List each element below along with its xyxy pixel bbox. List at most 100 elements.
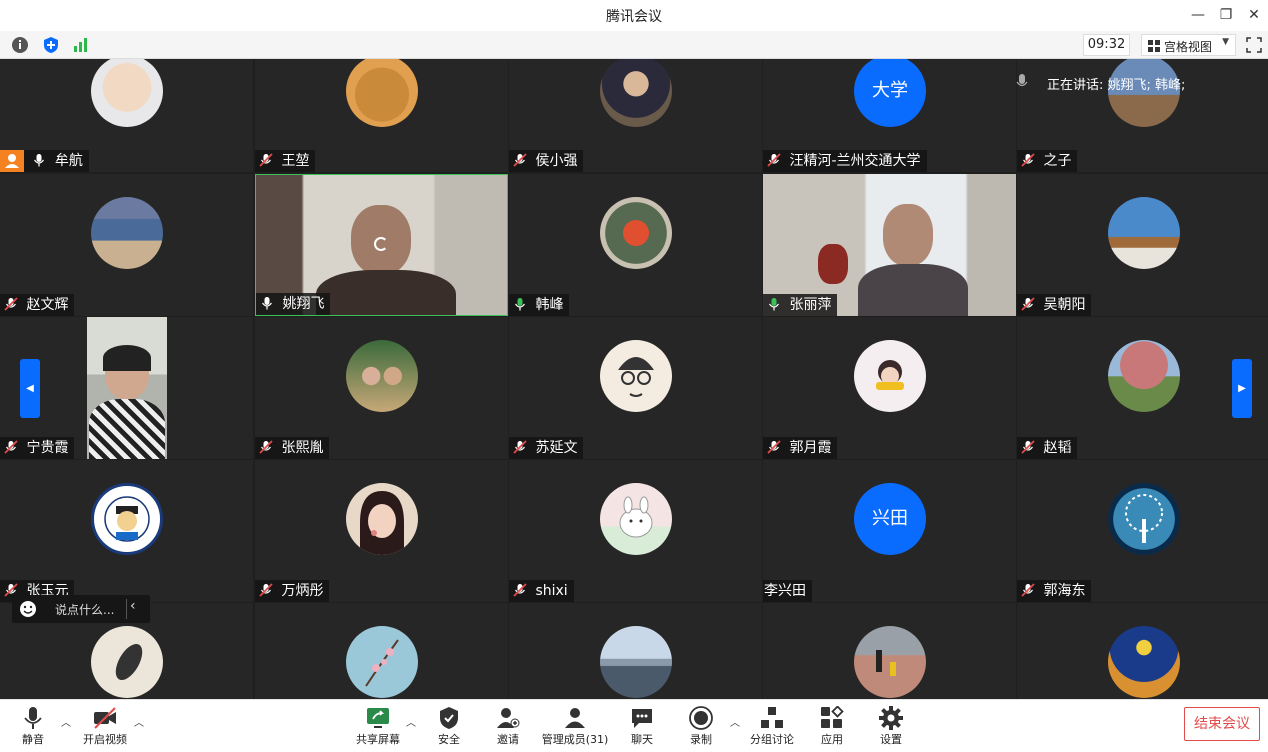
window-title: 腾讯会议 (606, 9, 662, 25)
microphone-icon (24, 707, 42, 729)
microphone-muted-icon (259, 153, 273, 167)
shield-icon[interactable] (42, 36, 60, 54)
participant-tile[interactable]: 姚翔飞 (255, 174, 508, 316)
shield-icon (440, 707, 458, 729)
video-button[interactable]: 开启视频 (75, 706, 135, 747)
participant-name: shixi (535, 583, 568, 599)
avatar (1108, 626, 1180, 698)
grid-icon (1148, 40, 1160, 52)
collapse-chevron-icon[interactable]: ‹ (130, 598, 136, 614)
chat-button[interactable]: 聊天 (612, 706, 672, 747)
loading-icon (374, 237, 388, 251)
avatar (346, 626, 418, 698)
avatar (346, 340, 418, 412)
participant-tile[interactable]: 大学 汪精河-兰州交通大学 (763, 59, 1016, 172)
host-icon (0, 150, 24, 172)
microphone-muted-icon (513, 440, 527, 454)
fullscreen-icon[interactable] (1246, 37, 1262, 53)
name-tag: 李兴田 (763, 580, 812, 602)
participant-tile[interactable]: 张玉元 (0, 460, 253, 602)
participant-name: 侯小强 (535, 153, 578, 169)
apps-button[interactable]: 应用 (802, 706, 862, 747)
microphone-muted-icon (513, 583, 527, 597)
microphone-icon (1016, 74, 1028, 87)
microphone-muted-icon (259, 440, 273, 454)
participant-tile[interactable]: 郭海东 (1017, 460, 1268, 602)
microphone-muted-icon (513, 153, 527, 167)
speaking-label: 正在讲话: 姚翔飞; 韩峰; (1047, 78, 1186, 93)
participant-tile[interactable]: 韩峰 (509, 174, 762, 316)
name-tag: 吴朝阳 (1017, 294, 1092, 316)
participant-tile[interactable]: 侯小强 (509, 59, 762, 172)
participant-tile[interactable] (1017, 603, 1268, 699)
participant-tile[interactable] (763, 603, 1016, 699)
avatar (600, 59, 672, 127)
share-options-chevron-icon[interactable]: ︿ (405, 714, 417, 729)
video-options-chevron-icon[interactable]: ︿ (133, 714, 145, 729)
end-meeting-button[interactable]: 结束会议 (1184, 707, 1260, 741)
participant-tile[interactable] (255, 603, 508, 699)
participant-name: 韩峰 (535, 297, 564, 313)
share-label: 共享屏幕 (356, 733, 400, 746)
microphone-icon (34, 154, 45, 167)
record-options-chevron-icon[interactable]: ︿ (729, 714, 741, 729)
avatar (600, 197, 672, 269)
name-tag: 张丽萍 (763, 294, 838, 316)
participant-tile[interactable]: 赵文辉 (0, 174, 253, 316)
breakout-rooms-icon (761, 707, 783, 728)
participant-tile[interactable] (509, 603, 762, 699)
minimize-button[interactable]: — (1186, 4, 1210, 26)
signal-icon[interactable] (72, 36, 90, 54)
invite-button[interactable]: 邀请 (478, 706, 538, 747)
name-tag: 韩峰 (509, 294, 570, 316)
avatar (854, 626, 926, 698)
chat-quick-input[interactable]: 说点什么... ‹ (12, 595, 150, 623)
info-icon[interactable] (11, 36, 29, 54)
members-label: 管理成员(31) (541, 733, 609, 746)
share-screen-icon (367, 708, 389, 728)
emoji-icon[interactable] (19, 600, 37, 618)
next-page-button[interactable]: ▶ (1232, 359, 1252, 418)
microphone-active-icon (769, 298, 779, 311)
apps-label: 应用 (821, 733, 843, 746)
participant-tile[interactable]: 张熙胤 (255, 317, 508, 459)
microphone-muted-icon (259, 583, 273, 597)
participant-name: 张丽萍 (789, 297, 832, 313)
security-button[interactable]: 安全 (419, 706, 479, 747)
chat-icon (632, 709, 652, 728)
participant-tile[interactable]: shixi (509, 460, 762, 602)
title-bar: 腾讯会议 — ❐ ✕ (0, 0, 1268, 31)
name-tag: 王堃 (255, 150, 316, 172)
participant-tile[interactable]: 王堃 (255, 59, 508, 172)
participant-tile[interactable]: 郭月霞 (763, 317, 1016, 459)
mute-button[interactable]: 静音 (3, 706, 63, 747)
participant-tile[interactable]: 万炳彤 (255, 460, 508, 602)
participant-name: 赵文辉 (26, 297, 69, 313)
name-tag: 赵韬 (1017, 437, 1078, 459)
gear-icon (879, 706, 903, 730)
manage-members-button[interactable]: 管理成员(31) (538, 706, 612, 747)
record-button[interactable]: 录制 (671, 706, 731, 747)
breakout-button[interactable]: 分组讨论 (742, 706, 802, 747)
participant-tile[interactable]: 苏延文 (509, 317, 762, 459)
settings-button[interactable]: 设置 (861, 706, 921, 747)
maximize-button[interactable]: ❐ (1214, 4, 1238, 26)
participant-tile[interactable]: 吴朝阳 (1017, 174, 1268, 316)
participant-tile[interactable]: 赵韬 (1017, 317, 1268, 459)
chat-placeholder[interactable]: 说点什么... (55, 601, 114, 618)
mute-options-chevron-icon[interactable]: ︿ (60, 714, 72, 729)
microphone-muted-icon (767, 153, 781, 167)
view-selector[interactable]: 宫格视图 ▼ (1141, 34, 1236, 56)
participant-name: 苏延文 (535, 440, 578, 456)
close-button[interactable]: ✕ (1242, 4, 1266, 26)
participant-tile[interactable]: 兴田 李兴田 (763, 460, 1016, 602)
participant-name: 吴朝阳 (1043, 297, 1086, 313)
avatar (91, 197, 163, 269)
name-tag: 宁贵霞 (0, 437, 75, 459)
participant-tile[interactable]: 张丽萍 (763, 174, 1016, 316)
share-screen-button[interactable]: 共享屏幕 (348, 706, 408, 747)
avatar (91, 626, 163, 698)
name-tag: 赵文辉 (0, 294, 75, 316)
participant-tile[interactable]: 牟航 (0, 59, 253, 172)
previous-page-button[interactable]: ◀ (20, 359, 40, 418)
